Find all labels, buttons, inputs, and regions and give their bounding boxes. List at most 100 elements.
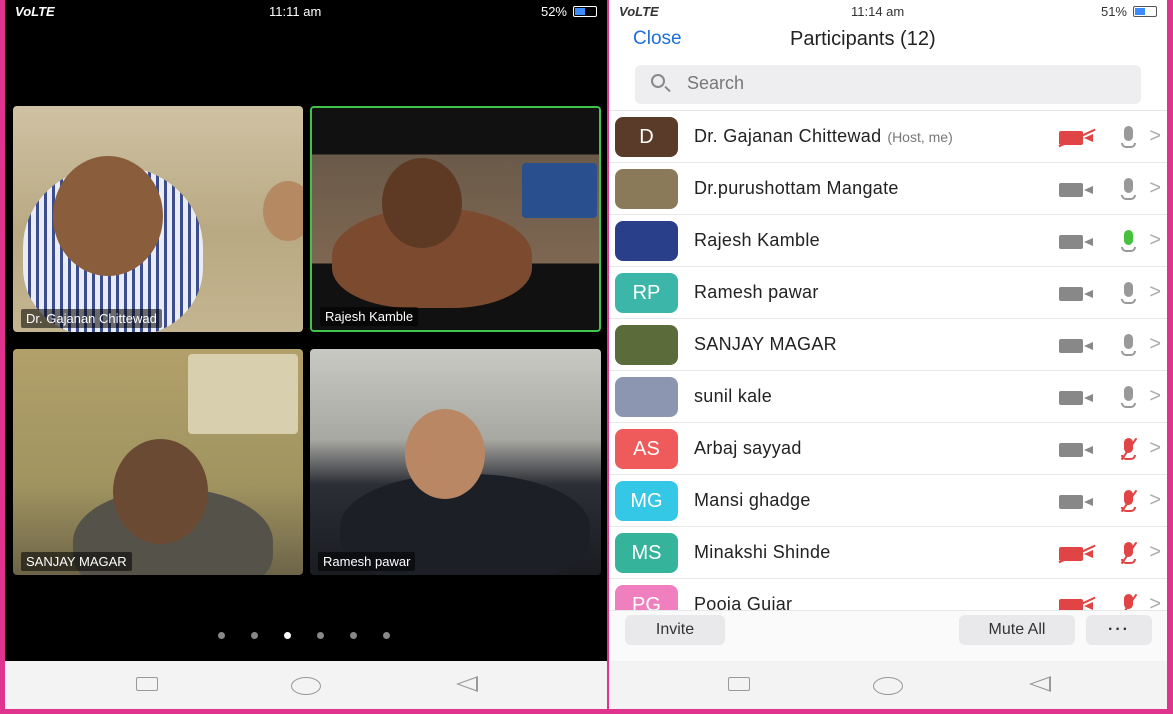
participant-avatar: MS [615, 533, 678, 573]
participant-name: Mansi ghadge [694, 490, 817, 511]
participant-name-text: Arbaj sayyad [694, 438, 802, 458]
participants-screen: VoLTE 11:14 am 51% Close Participants (1… [609, 0, 1167, 709]
home-icon[interactable] [873, 677, 903, 695]
page-dot[interactable] [218, 632, 225, 639]
search-bar[interactable] [635, 65, 1141, 104]
close-button[interactable]: Close [633, 28, 682, 50]
participant-name: Minakshi Shinde [694, 542, 837, 563]
battery-percent: 51% [1100, 4, 1127, 19]
mute-all-button[interactable]: Mute All [959, 615, 1075, 645]
chevron-right-icon: > [1149, 437, 1161, 459]
video-camera-icon [1059, 339, 1095, 353]
participant-role-tag: (Host, me) [887, 129, 953, 145]
video-camera-icon [1059, 183, 1095, 197]
chevron-right-icon: > [1149, 333, 1161, 355]
video-off-icon [1059, 547, 1095, 561]
video-camera-icon [1059, 235, 1095, 249]
participant-avatar: D [615, 117, 678, 157]
clock: 11:11 am [269, 4, 322, 19]
video-tile-active-speaker[interactable]: Rajesh Kamble [310, 106, 601, 332]
page-indicator[interactable] [218, 632, 390, 639]
video-camera-icon [1059, 287, 1095, 301]
battery-icon [1133, 6, 1157, 17]
chevron-right-icon: > [1149, 281, 1161, 303]
microphone-icon [1119, 230, 1137, 254]
participant-avatar [615, 221, 678, 261]
video-tile[interactable]: Dr. Gajanan Chittewad [13, 106, 303, 332]
microphone-icon [1119, 126, 1137, 150]
video-off-icon [1059, 599, 1095, 610]
participants-header: Close Participants (12) [609, 22, 1167, 58]
participant-row[interactable]: MG Mansi ghadge > [609, 475, 1167, 527]
participant-row[interactable]: MS Minakshi Shinde > [609, 527, 1167, 579]
video-feed [13, 349, 303, 575]
participant-row[interactable]: SANJAY MAGAR > [609, 319, 1167, 371]
chevron-right-icon: > [1149, 177, 1161, 199]
microphone-icon [1119, 282, 1137, 306]
battery-percent: 52% [540, 4, 567, 19]
chevron-right-icon: > [1149, 385, 1161, 407]
page-dot-active[interactable] [284, 632, 291, 639]
mic-muted-icon [1119, 438, 1137, 462]
page-dot[interactable] [317, 632, 324, 639]
participant-name: sunil kale [694, 386, 778, 407]
status-bar: VoLTE 11:11 am 52% [5, 0, 607, 22]
participant-row[interactable]: Rajesh Kamble > [609, 215, 1167, 267]
participant-avatar: RP [615, 273, 678, 313]
tile-name-label: Rajesh Kamble [320, 307, 419, 326]
participant-avatar: PG [615, 585, 678, 610]
participants-footer: Invite Mute All ··· [609, 610, 1167, 661]
chevron-right-icon: > [1149, 125, 1161, 147]
chevron-right-icon: > [1149, 229, 1161, 251]
carrier-label: VoLTE [15, 4, 55, 19]
tile-name-label: SANJAY MAGAR [21, 552, 132, 571]
participant-list[interactable]: D Dr. Gajanan Chittewad (Host, me) > Dr.puru… [609, 110, 1167, 610]
home-icon[interactable] [291, 677, 321, 695]
carrier-label: VoLTE [619, 4, 659, 19]
page-dot[interactable] [350, 632, 357, 639]
tile-name-label: Dr. Gajanan Chittewad [21, 309, 162, 328]
participant-row[interactable]: AS Arbaj sayyad > [609, 423, 1167, 475]
participant-name-text: Mansi ghadge [694, 490, 811, 510]
participant-name-text: Rajesh Kamble [694, 230, 820, 250]
android-nav-bar [609, 661, 1167, 709]
participant-avatar [615, 169, 678, 209]
recents-icon[interactable] [136, 677, 158, 691]
video-off-icon [1059, 131, 1095, 145]
participant-row[interactable]: Dr.purushottam Mangate > [609, 163, 1167, 215]
participant-avatar [615, 377, 678, 417]
search-icon [651, 74, 665, 88]
tile-name-label: Ramesh pawar [318, 552, 416, 571]
video-tile[interactable]: Ramesh pawar [310, 349, 601, 575]
mic-muted-icon [1119, 490, 1137, 514]
participant-name: Dr.purushottam Mangate [694, 178, 905, 199]
video-gallery-screen: VoLTE 11:11 am 52% Dr. Gajanan Chittewad… [5, 0, 607, 709]
participant-row[interactable]: RP Ramesh pawar > [609, 267, 1167, 319]
participant-name: Ramesh pawar [694, 282, 825, 303]
video-camera-icon [1059, 391, 1095, 405]
participant-name-text: SANJAY MAGAR [694, 334, 837, 354]
back-icon[interactable] [456, 676, 478, 692]
back-icon[interactable] [1029, 676, 1051, 692]
participant-row[interactable]: D Dr. Gajanan Chittewad (Host, me) > [609, 111, 1167, 163]
search-input[interactable] [687, 73, 1107, 94]
participant-name-text: Dr. Gajanan Chittewad [694, 126, 882, 146]
video-feed [310, 349, 601, 575]
participant-row[interactable]: sunil kale > [609, 371, 1167, 423]
participant-name-text: Dr.purushottam Mangate [694, 178, 899, 198]
more-button[interactable]: ··· [1086, 615, 1152, 645]
mic-muted-icon [1119, 542, 1137, 566]
chevron-right-icon: > [1149, 489, 1161, 511]
page-dot[interactable] [383, 632, 390, 639]
video-tile[interactable]: SANJAY MAGAR [13, 349, 303, 575]
participant-avatar: MG [615, 481, 678, 521]
chevron-right-icon: > [1149, 541, 1161, 563]
microphone-icon [1119, 334, 1137, 358]
clock: 11:14 am [851, 4, 905, 19]
participant-row[interactable]: PG Pooja Gujar > [609, 579, 1167, 610]
invite-button[interactable]: Invite [625, 615, 725, 645]
status-bar: VoLTE 11:14 am 51% [609, 0, 1167, 22]
recents-icon[interactable] [728, 677, 750, 691]
page-dot[interactable] [251, 632, 258, 639]
participant-name: Arbaj sayyad [694, 438, 808, 459]
